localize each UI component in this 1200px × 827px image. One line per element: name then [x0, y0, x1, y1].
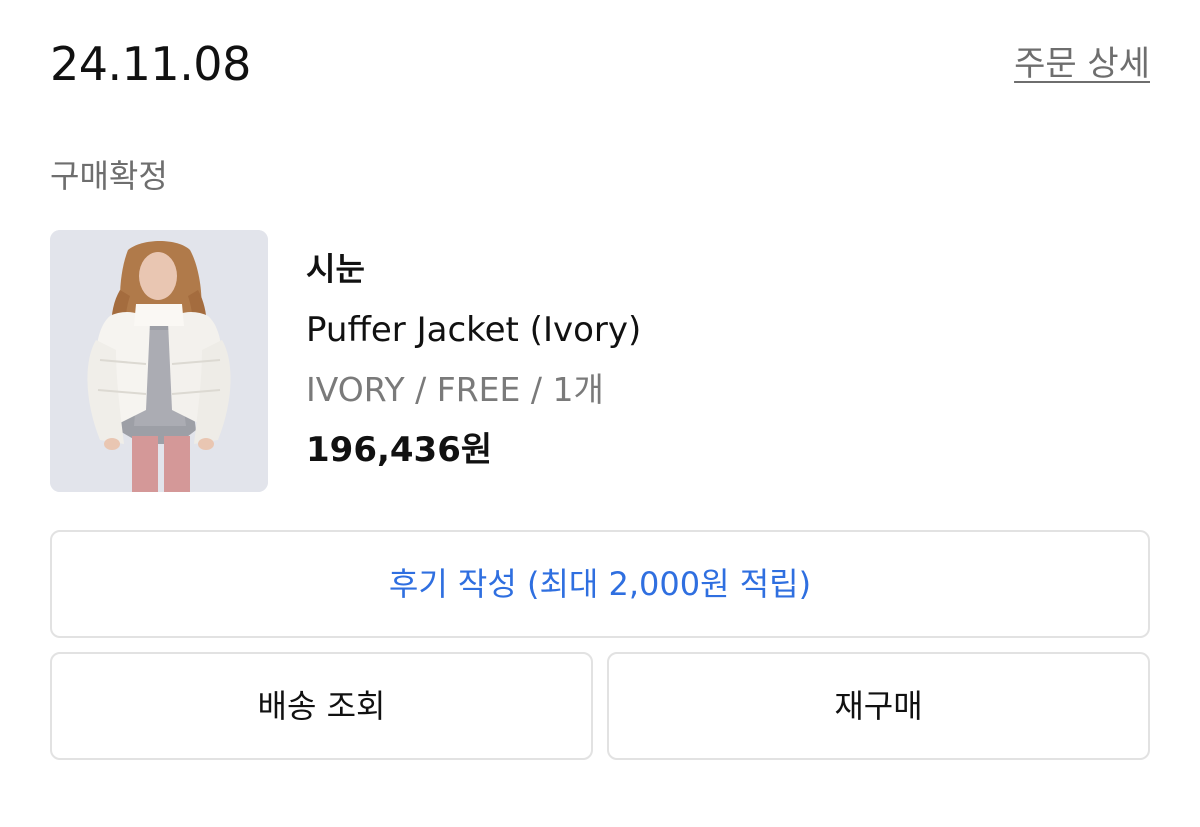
- repurchase-button[interactable]: 재구매: [607, 652, 1150, 760]
- repurchase-label: 재구매: [834, 687, 923, 725]
- product-price: 196,436원: [306, 430, 493, 470]
- write-review-button[interactable]: 후기 작성 (최대 2,000원 적립): [50, 530, 1150, 638]
- order-date: 24.11.08: [50, 37, 251, 91]
- track-delivery-button[interactable]: 배송 조회: [50, 652, 593, 760]
- product-thumbnail[interactable]: [50, 230, 268, 492]
- write-review-label: 후기 작성 (최대 2,000원 적립): [388, 565, 812, 603]
- product-option: IVORY / FREE / 1개: [306, 370, 604, 409]
- product-photo-icon: [50, 230, 268, 492]
- product-brand[interactable]: 시눈: [306, 248, 365, 290]
- order-status-label: 구매확정: [50, 157, 168, 195]
- order-item[interactable]: 시눈 Puffer Jacket (Ivory) IVORY / FREE / …: [50, 230, 1150, 492]
- order-detail-link[interactable]: 주문 상세: [1014, 42, 1150, 86]
- track-delivery-label: 배송 조회: [257, 687, 386, 725]
- product-name[interactable]: Puffer Jacket (Ivory): [306, 308, 641, 352]
